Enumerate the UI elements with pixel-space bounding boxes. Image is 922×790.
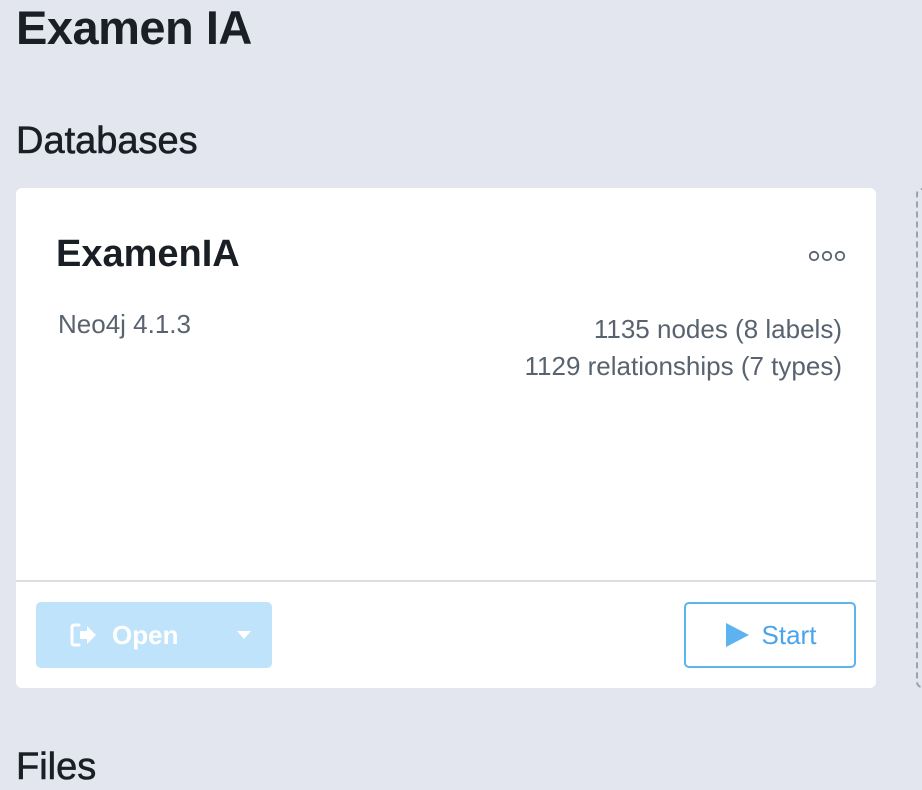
open-button-label: Open [112,619,179,650]
caret-down-icon [237,631,251,639]
play-icon [725,623,749,647]
card-divider [16,580,876,582]
databases-section-title: Databases [16,120,198,163]
database-name: ExamenIA [56,233,240,275]
start-button-label: Start [761,619,817,650]
open-button-group[interactable]: Open [36,602,272,668]
relationship-count: 1129 relationships (7 types) [524,351,842,381]
open-dropdown-toggle[interactable] [216,602,272,668]
open-button[interactable]: Open [36,602,216,668]
files-section-title: Files [16,746,97,789]
project-title: Examen IA [16,1,252,54]
start-button[interactable]: Start [684,602,856,668]
database-card: ExamenIA Neo4j 4.1.3 1135 nodes (8 label… [16,188,876,688]
more-options-icon[interactable] [808,250,846,262]
database-version: Neo4j 4.1.3 [58,309,191,339]
add-database-slot[interactable] [916,188,922,688]
node-count: 1135 nodes (8 labels) [593,314,842,344]
sign-in-icon [70,623,96,647]
database-stats: 1135 nodes (8 labels) 1129 relationships… [525,308,842,387]
